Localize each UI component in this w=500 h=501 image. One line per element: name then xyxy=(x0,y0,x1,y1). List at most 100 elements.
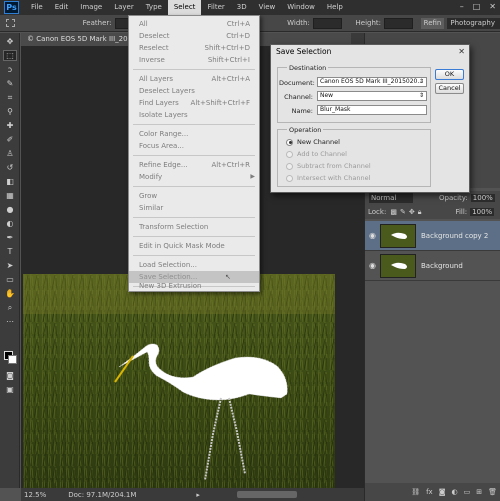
visibility-eye-icon[interactable]: ◉ xyxy=(365,231,380,240)
lock-all-icon[interactable]: 🔒︎ xyxy=(418,208,422,217)
workspace-select[interactable]: Photography xyxy=(447,17,500,29)
layer-style-icon[interactable]: fx xyxy=(426,488,433,496)
path-selection-tool-icon[interactable]: ➤ xyxy=(3,260,17,271)
save-selection-dialog: Save Selection ✕ Destination Document: C… xyxy=(270,44,470,193)
menu-item-all[interactable]: All Ctrl+A xyxy=(129,18,259,30)
zoom-level[interactable]: 12.5% xyxy=(24,491,46,499)
blend-mode-select[interactable]: Normal xyxy=(369,193,413,203)
screen-mode-icon[interactable]: ▣ xyxy=(3,384,17,395)
marquee-tool-icon[interactable] xyxy=(6,19,15,27)
opacity-input[interactable]: 100% xyxy=(470,194,495,202)
menu-item-all-layers[interactable]: All Layers Alt+Ctrl+A xyxy=(129,73,259,85)
quick-selection-tool-icon[interactable]: ✎ xyxy=(3,78,17,89)
menu-edit[interactable]: Edit xyxy=(49,0,75,15)
dodge-tool-icon[interactable]: ◐ xyxy=(3,218,17,229)
visibility-eye-icon[interactable]: ◉ xyxy=(365,261,380,270)
menu-item-label: Find Layers xyxy=(139,99,179,107)
menu-file[interactable]: File xyxy=(25,0,49,15)
document-select-value: Canon EOS 5D Mark III_2015020... xyxy=(320,78,424,85)
delete-layer-icon[interactable]: 🗑︎ xyxy=(488,488,497,496)
egret-photo[interactable] xyxy=(23,274,335,488)
menu-item-inverse[interactable]: Inverse Shift+Ctrl+I xyxy=(129,54,259,66)
name-input[interactable]: Blur_Mask xyxy=(317,105,427,115)
rectangle-tool-icon[interactable]: ▭ xyxy=(3,274,17,285)
menu-item-find-layers[interactable]: Find Layers Alt+Shift+Ctrl+F xyxy=(129,97,259,109)
eyedropper-tool-icon[interactable]: ⚲ xyxy=(3,106,17,117)
menu-layer[interactable]: Layer xyxy=(108,0,140,15)
menu-item-grow[interactable]: Grow xyxy=(129,190,259,202)
minimize-icon[interactable]: – xyxy=(460,2,464,11)
maximize-icon[interactable]: □ xyxy=(473,2,481,11)
menu-item-deselect[interactable]: Deselect Ctrl+D xyxy=(129,30,259,42)
menu-item-similar[interactable]: Similar xyxy=(129,202,259,214)
lock-transparent-icon[interactable]: ▩ xyxy=(390,208,397,216)
background-color-swatch[interactable] xyxy=(8,355,17,364)
menu-image[interactable]: Image xyxy=(74,0,108,15)
clone-stamp-tool-icon[interactable]: ♙ xyxy=(3,148,17,159)
hand-tool-icon[interactable]: ✋ xyxy=(3,288,17,299)
lock-position-icon[interactable]: ✥ xyxy=(409,208,415,216)
radio-subtract-from-channel[interactable]: Subtract from Channel xyxy=(286,161,371,171)
menu-item-label: Edit in Quick Mask Mode xyxy=(139,242,225,250)
new-layer-icon[interactable]: ⊞ xyxy=(476,488,482,496)
dialog-title: Save Selection xyxy=(276,47,332,56)
width-input[interactable] xyxy=(312,17,342,29)
menu-window[interactable]: Window xyxy=(281,0,321,15)
menu-item-transform-selection[interactable]: Transform Selection xyxy=(129,221,259,233)
close-icon[interactable]: ✕ xyxy=(458,45,465,59)
menu-item-shortcut: Alt+Shift+Ctrl+F xyxy=(190,99,250,107)
fill-input[interactable]: 100% xyxy=(470,208,495,216)
zoom-tool-icon[interactable]: ⌕ xyxy=(3,302,17,313)
new-group-icon[interactable]: ▭ xyxy=(464,488,471,496)
type-tool-icon[interactable]: T xyxy=(3,246,17,257)
menu-item-quick-mask[interactable]: Edit in Quick Mask Mode xyxy=(129,240,259,252)
status-arrow-icon[interactable]: ▸ xyxy=(196,491,200,499)
menu-filter[interactable]: Filter xyxy=(201,0,230,15)
lasso-tool-icon[interactable]: ↄ xyxy=(3,64,17,75)
menu-item-new-3d-extrusion-label[interactable]: New 3D Extrusion xyxy=(139,280,202,292)
menu-item-modify[interactable]: Modify ▶ xyxy=(129,171,259,183)
menu-item-label: Modify xyxy=(139,173,163,181)
menu-view[interactable]: View xyxy=(253,0,282,15)
ok-button[interactable]: OK xyxy=(435,69,464,80)
history-brush-tool-icon[interactable]: ↺ xyxy=(3,162,17,173)
radio-intersect-with-channel[interactable]: Intersect with Channel xyxy=(286,173,370,183)
radio-add-to-channel[interactable]: Add to Channel xyxy=(286,149,347,159)
menu-item-deselect-layers[interactable]: Deselect Layers xyxy=(129,85,259,97)
crop-tool-icon[interactable]: ⌗ xyxy=(3,92,17,103)
link-layers-icon[interactable]: ⛓ xyxy=(411,488,420,496)
menu-item-color-range[interactable]: Color Range... xyxy=(129,128,259,140)
radio-new-channel[interactable]: New Channel xyxy=(286,137,340,147)
menu-type[interactable]: Type xyxy=(140,0,168,15)
more-tools-icon[interactable]: ⋯ xyxy=(3,316,17,327)
menu-item-reselect[interactable]: Reselect Shift+Ctrl+D xyxy=(129,42,259,54)
height-input[interactable] xyxy=(384,17,413,29)
layer-row-background-copy-2[interactable]: ◉ Background copy 2 xyxy=(365,221,500,251)
rectangular-marquee-tool-icon[interactable]: ⬚ xyxy=(3,50,17,61)
menu-select[interactable]: Select xyxy=(167,0,202,15)
refine-edge-button[interactable]: Refin xyxy=(420,17,445,29)
pen-tool-icon[interactable]: ✒ xyxy=(3,232,17,243)
menu-item-isolate-layers[interactable]: Isolate Layers xyxy=(129,109,259,121)
lock-image-icon[interactable]: ✎ xyxy=(400,208,406,216)
menu-3d[interactable]: 3D xyxy=(231,0,253,15)
menu-item-refine-edge[interactable]: Refine Edge... Alt+Ctrl+R xyxy=(129,159,259,171)
cancel-button[interactable]: Cancel xyxy=(435,83,464,94)
horizontal-scrollbar[interactable] xyxy=(237,491,297,498)
menu-help[interactable]: Help xyxy=(321,0,349,15)
close-icon[interactable]: ✕ xyxy=(489,2,496,11)
move-tool-icon[interactable]: ✥ xyxy=(3,36,17,47)
eraser-tool-icon[interactable]: ◧ xyxy=(3,176,17,187)
layer-row-background[interactable]: ◉ Background xyxy=(365,251,500,281)
brush-tool-icon[interactable]: ✐ xyxy=(3,134,17,145)
adjustment-layer-icon[interactable]: ◐ xyxy=(452,488,458,496)
spot-healing-tool-icon[interactable]: ✚ xyxy=(3,120,17,131)
document-select[interactable]: Canon EOS 5D Mark III_2015020... ⇕ xyxy=(317,77,427,87)
quick-mask-icon[interactable]: ◙ xyxy=(3,370,17,381)
menu-item-focus-area[interactable]: Focus Area... xyxy=(129,140,259,152)
blur-tool-icon[interactable]: ● xyxy=(3,204,17,215)
add-mask-icon[interactable]: ◙ xyxy=(439,488,446,496)
channel-select[interactable]: New ⇕ xyxy=(317,91,427,101)
menu-item-load-selection[interactable]: Load Selection... xyxy=(129,259,259,271)
gradient-tool-icon[interactable]: ▦ xyxy=(3,190,17,201)
